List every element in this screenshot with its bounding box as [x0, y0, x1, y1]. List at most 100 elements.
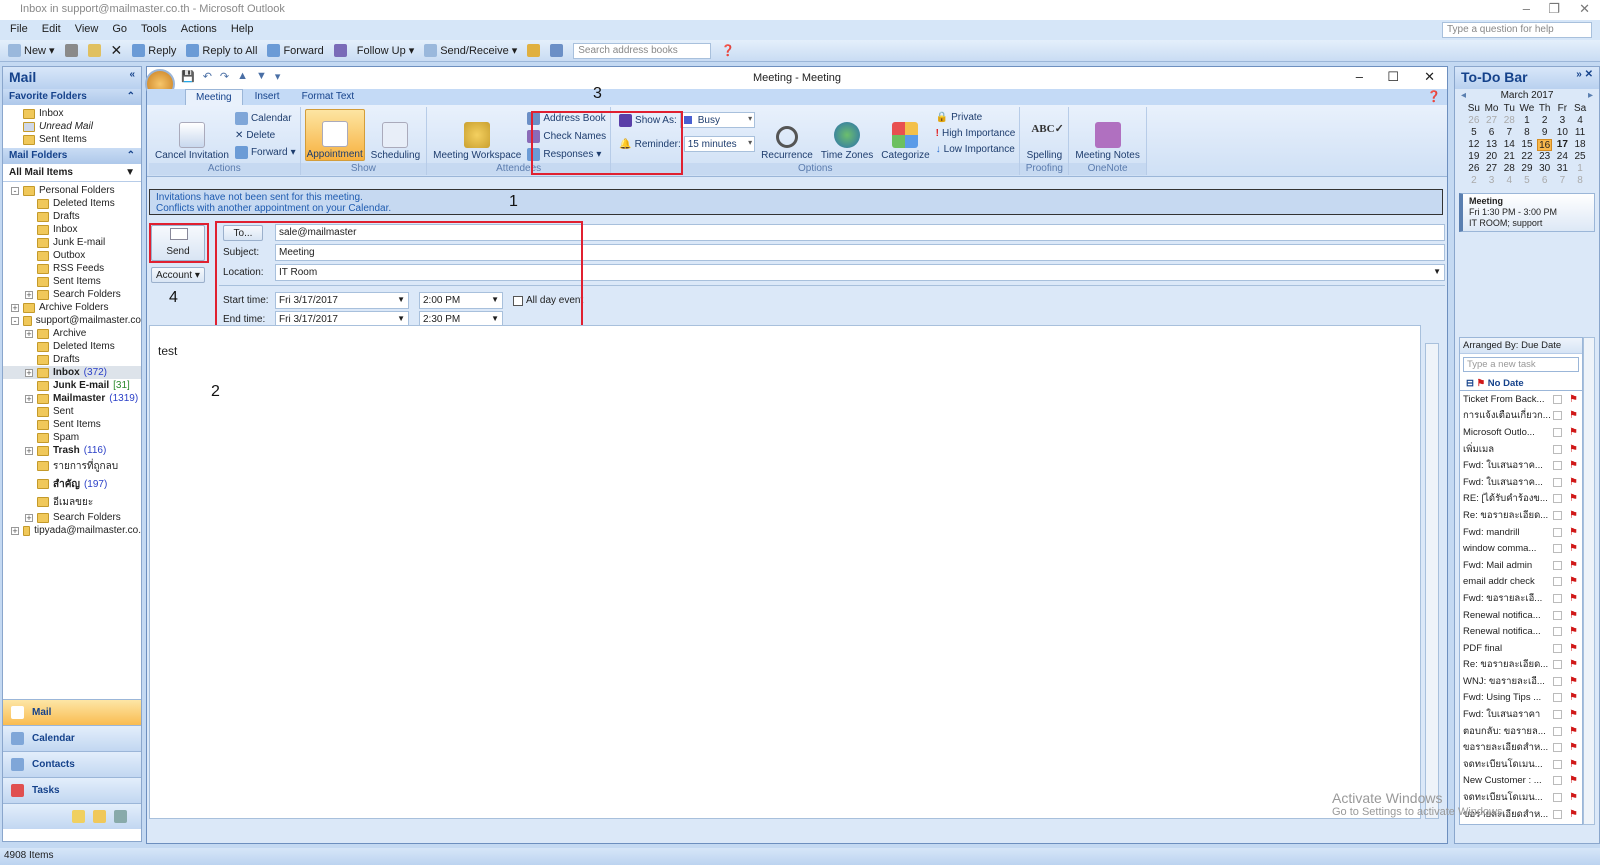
search-address-books-input[interactable]: Search address books: [573, 42, 712, 59]
folder-item[interactable]: + Inbox (372): [3, 366, 141, 379]
task-item[interactable]: ตอบกลับ: ขอรายล... ⚑: [1460, 723, 1582, 740]
expand-toggle[interactable]: +: [25, 329, 33, 338]
folder-item[interactable]: Sent Items: [3, 275, 141, 288]
calendar-day[interactable]: 1: [1573, 163, 1588, 175]
task-item[interactable]: Re: ขอรายละเอียด... ⚑: [1460, 507, 1582, 524]
appointment-item[interactable]: Meeting Fri 1:30 PM - 3:00 PM IT ROOM; s…: [1459, 193, 1595, 232]
notes-icon[interactable]: [72, 810, 85, 823]
address-book-icon[interactable]: [550, 44, 564, 57]
task-complete-checkbox[interactable]: [1553, 461, 1562, 471]
calendar-day[interactable]: 3: [1555, 115, 1570, 127]
task-item[interactable]: Re: ขอรายละเอียด... ⚑: [1460, 657, 1582, 674]
folder-item[interactable]: Junk E-mail [31]: [3, 379, 141, 392]
calendar-day[interactable]: 28: [1502, 115, 1517, 127]
low-importance-button[interactable]: ↓ Low Importance: [936, 144, 1016, 155]
folder-item[interactable]: Junk E-mail: [3, 236, 141, 249]
folder-item[interactable]: Sent Items: [3, 418, 141, 431]
calendar-day[interactable]: 2: [1466, 175, 1481, 187]
task-item[interactable]: window comma... ⚑: [1460, 540, 1582, 557]
task-complete-checkbox[interactable]: [1553, 610, 1562, 620]
folder-item[interactable]: + Archive: [3, 327, 141, 340]
calendar-day[interactable]: 19: [1466, 151, 1481, 163]
previous-item-icon[interactable]: ▲: [237, 70, 248, 83]
folder-item[interactable]: รายการที่ถูกลบ: [3, 457, 141, 475]
calendar-day[interactable]: 25: [1573, 151, 1588, 163]
flag-icon[interactable]: ⚑: [1569, 809, 1578, 820]
menu-file[interactable]: File: [10, 23, 28, 37]
task-complete-checkbox[interactable]: [1553, 510, 1562, 520]
reminder-dropdown[interactable]: 15 minutes ▾: [683, 136, 756, 152]
task-complete-checkbox[interactable]: [1553, 560, 1562, 570]
calendar-day[interactable]: 5: [1466, 127, 1481, 139]
calendar-day[interactable]: 18: [1573, 139, 1588, 151]
menu-view[interactable]: View: [75, 23, 99, 37]
calendar-day[interactable]: 2: [1537, 115, 1552, 127]
recurrence-button[interactable]: Recurrence: [759, 109, 815, 161]
nav-tasks-button[interactable]: Tasks: [3, 777, 141, 803]
calendar-day[interactable]: 28: [1502, 163, 1517, 175]
folder-list-icon[interactable]: [93, 810, 106, 823]
task-item[interactable]: จดทะเบียนโดเมน... ⚑: [1460, 756, 1582, 773]
task-complete-checkbox[interactable]: [1553, 411, 1562, 421]
task-complete-checkbox[interactable]: [1553, 726, 1562, 736]
folder-item[interactable]: + Search Folders: [3, 288, 141, 301]
expand-toggle[interactable]: +: [25, 368, 33, 377]
calendar-day[interactable]: 15: [1519, 139, 1534, 151]
meeting-maximize-button[interactable]: ☐: [1387, 69, 1399, 85]
task-complete-checkbox[interactable]: [1553, 676, 1562, 686]
tab-insert[interactable]: Insert: [245, 89, 290, 105]
task-item[interactable]: Fwd: Mail admin ⚑: [1460, 557, 1582, 574]
flag-icon[interactable]: ⚑: [1569, 394, 1578, 405]
calendar-day[interactable]: 21: [1502, 151, 1517, 163]
body-scrollbar[interactable]: [1425, 343, 1439, 819]
folder-item[interactable]: Drafts: [3, 353, 141, 366]
flag-icon[interactable]: ⚑: [1569, 659, 1578, 670]
expand-toggle[interactable]: -: [11, 316, 19, 325]
message-body[interactable]: test: [149, 325, 1421, 819]
spelling-button[interactable]: ABC✓ Spelling: [1024, 109, 1064, 161]
task-item[interactable]: Ticket From Back... ⚑: [1460, 391, 1582, 408]
task-complete-checkbox[interactable]: [1553, 759, 1562, 769]
flag-icon[interactable]: ⚑: [1569, 527, 1578, 538]
flag-icon[interactable]: ⚑: [1569, 576, 1578, 587]
close-button[interactable]: ✕: [1579, 1, 1590, 17]
calendar-day[interactable]: 30: [1537, 163, 1552, 175]
task-item[interactable]: Fwd: ขอรายละเอี... ⚑: [1460, 590, 1582, 607]
menu-go[interactable]: Go: [112, 23, 127, 37]
folder-item[interactable]: + Archive Folders: [3, 301, 141, 314]
favorite-inbox[interactable]: Inbox: [23, 107, 141, 120]
task-item[interactable]: การแจ้งเตือนเกี่ยวก... ⚑: [1460, 408, 1582, 425]
calendar-day[interactable]: 26: [1466, 163, 1481, 175]
task-item[interactable]: Fwd: Using Tips ... ⚑: [1460, 690, 1582, 707]
task-item[interactable]: Fwd: ใบเสนอราค... ⚑: [1460, 457, 1582, 474]
task-complete-checkbox[interactable]: [1553, 793, 1562, 803]
folder-item[interactable]: - Personal Folders: [3, 184, 141, 197]
calendar-day[interactable]: 23: [1537, 151, 1552, 163]
flag-icon[interactable]: ⚑: [1569, 709, 1578, 720]
task-complete-checkbox[interactable]: [1553, 710, 1562, 720]
flag-icon[interactable]: ⚑: [1569, 477, 1578, 488]
expand-toggle[interactable]: +: [11, 303, 19, 312]
nav-mail-button[interactable]: Mail: [3, 699, 141, 725]
folder-item[interactable]: Inbox: [3, 223, 141, 236]
calendar-day[interactable]: 5: [1519, 175, 1534, 187]
task-complete-checkbox[interactable]: [1553, 693, 1562, 703]
print-icon[interactable]: [64, 44, 78, 57]
arranged-by-header[interactable]: Arranged By: Due Date: [1460, 338, 1582, 354]
calendar-day[interactable]: 14: [1502, 139, 1517, 151]
folder-item[interactable]: สำคัญ (197): [3, 475, 141, 493]
flag-icon[interactable]: ⚑: [1569, 692, 1578, 703]
time-zones-button[interactable]: Time Zones: [819, 109, 875, 161]
follow-up-button[interactable]: Follow Up ▾: [357, 44, 414, 58]
collapse-nav-icon[interactable]: «: [129, 69, 135, 80]
task-complete-checkbox[interactable]: [1553, 477, 1562, 487]
calendar-day[interactable]: 7: [1502, 127, 1517, 139]
flag-icon[interactable]: ⚑: [1569, 726, 1578, 737]
cancel-invitation-button[interactable]: Cancel Invitation: [153, 109, 231, 161]
send-receive-button[interactable]: Send/Receive ▾: [424, 44, 517, 57]
favorite-unread-mail[interactable]: Unread Mail: [23, 120, 141, 133]
folder-item[interactable]: + tipyada@mailmaster.co.: [3, 524, 141, 537]
todo-close-icon[interactable]: » ✕: [1576, 69, 1593, 80]
task-complete-checkbox[interactable]: [1553, 593, 1562, 603]
calendar-day[interactable]: 3: [1484, 175, 1499, 187]
